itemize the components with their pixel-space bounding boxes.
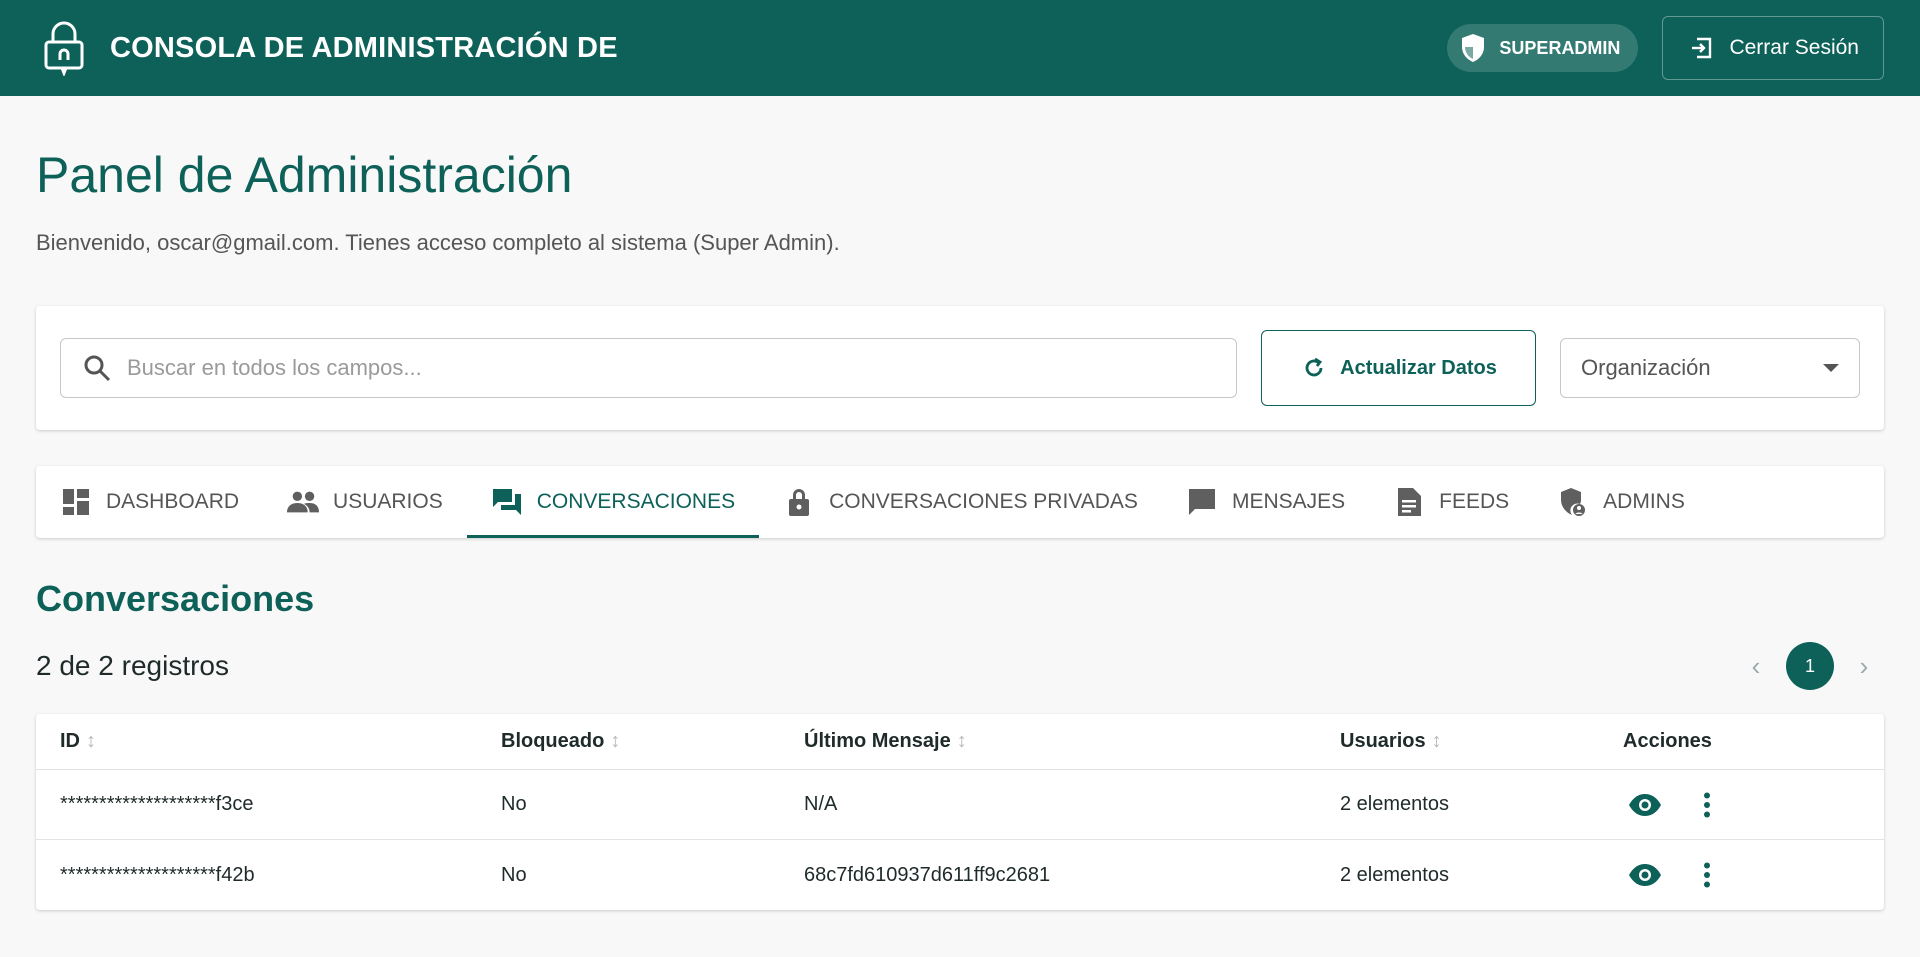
conversations-table: ID ↕ Bloqueado ↕ Último Mensaje ↕ Usuarios ↕… xyxy=(36,714,1884,910)
view-icon[interactable] xyxy=(1623,853,1667,897)
header-label: Último Mensaje xyxy=(804,730,951,752)
sort-icon: ↕ xyxy=(1431,730,1442,752)
logout-icon xyxy=(1687,34,1715,62)
logout-label: Cerrar Sesión xyxy=(1729,36,1859,59)
header-label: ID xyxy=(60,730,80,752)
article-icon xyxy=(1393,486,1425,518)
lock-icon xyxy=(783,486,815,518)
shield-icon xyxy=(1455,30,1491,66)
next-page-icon[interactable]: › xyxy=(1844,646,1884,686)
more-options-icon[interactable] xyxy=(1685,853,1729,897)
records-count: 2 de 2 registros xyxy=(36,650,229,681)
refresh-button[interactable]: Actualizar Datos xyxy=(1261,330,1536,406)
table-row: ********************f42b No 68c7fd610937… xyxy=(36,840,1884,910)
cell-actions xyxy=(1623,783,1783,827)
header-label: Bloqueado xyxy=(501,730,605,752)
tab-label: CONVERSACIONES xyxy=(536,490,736,513)
tab-mensajes[interactable]: MENSAJES xyxy=(1162,466,1369,538)
tab-label: USUARIOS xyxy=(333,490,443,513)
view-icon[interactable] xyxy=(1623,783,1667,827)
header-last-message[interactable]: Último Mensaje ↕ xyxy=(804,730,1340,753)
header-users[interactable]: Usuarios ↕ xyxy=(1340,730,1623,753)
role-badge-label: SUPERADMIN xyxy=(1499,37,1621,58)
cell-users: 2 elementos xyxy=(1340,793,1449,815)
admin-shield-icon xyxy=(1557,486,1589,518)
cell-id: ********************f42b xyxy=(60,863,255,886)
tab-label: MENSAJES xyxy=(1231,490,1346,513)
tab-label: FEEDS xyxy=(1439,490,1510,513)
logout-button[interactable]: Cerrar Sesión xyxy=(1662,16,1884,80)
cell-last-message: 68c7fd610937d611ff9c2681 xyxy=(804,863,1051,886)
tab-admins[interactable]: ADMINS xyxy=(1533,466,1709,538)
app-title: CONSOLA DE ADMINISTRACIÓN DE xyxy=(110,31,618,64)
organization-select-value: Organización xyxy=(1581,355,1711,380)
sort-icon: ↕ xyxy=(956,730,967,752)
page-subtitle: Bienvenido, oscar@gmail.com. Tienes acce… xyxy=(36,230,840,255)
cell-blocked: No xyxy=(501,863,527,886)
cell-id: ********************f3ce xyxy=(60,793,254,815)
refresh-label: Actualizar Datos xyxy=(1340,356,1497,379)
lock-icon xyxy=(36,16,92,80)
cell-actions xyxy=(1623,853,1783,897)
header-label: Usuarios xyxy=(1340,730,1426,752)
filter-card: Buscar en todos los campos... Actualizar… xyxy=(36,306,1884,430)
header-blocked[interactable]: Bloqueado ↕ xyxy=(501,730,804,753)
people-icon xyxy=(287,486,320,518)
sort-icon: ↕ xyxy=(610,730,621,752)
app-bar: CONSOLA DE ADMINISTRACIÓN DE SUPERADMIN … xyxy=(0,0,1920,96)
dropdown-arrow-icon xyxy=(1823,364,1839,372)
role-badge: SUPERADMIN xyxy=(1447,24,1639,72)
search-placeholder: Buscar en todos los campos... xyxy=(127,355,422,380)
page-button-current[interactable]: 1 xyxy=(1786,642,1834,690)
cell-users: 2 elementos xyxy=(1340,863,1449,886)
cell-blocked: No xyxy=(501,793,527,815)
section-title: Conversaciones xyxy=(36,578,315,619)
chat-icon xyxy=(1186,486,1218,518)
header-actions: Acciones xyxy=(1623,730,1783,753)
tab-feeds[interactable]: FEEDS xyxy=(1369,466,1533,538)
refresh-icon xyxy=(1300,354,1328,382)
pagination: ‹ 1 › xyxy=(1736,642,1884,690)
header-id[interactable]: ID ↕ xyxy=(60,730,501,753)
tab-label: ADMINS xyxy=(1603,490,1685,513)
tab-usuarios[interactable]: USUARIOS xyxy=(263,466,467,538)
tab-label: DASHBOARD xyxy=(106,490,240,513)
previous-page-icon[interactable]: ‹ xyxy=(1736,646,1776,686)
search-icon xyxy=(81,352,113,384)
tab-label: CONVERSACIONES PRIVADAS xyxy=(829,490,1138,513)
forum-icon xyxy=(491,486,523,518)
table-row: ********************f3ce No N/A 2 elemen… xyxy=(36,770,1884,840)
sort-icon: ↕ xyxy=(86,730,96,752)
dashboard-icon xyxy=(60,486,92,518)
header-label: Acciones xyxy=(1623,730,1712,752)
records-row: 2 de 2 registros ‹ 1 › xyxy=(36,642,1884,690)
more-options-icon[interactable] xyxy=(1685,783,1729,827)
tab-conversaciones[interactable]: CONVERSACIONES xyxy=(466,466,760,538)
main-content: Panel de Administración Bienvenido, osca… xyxy=(0,146,1920,910)
cell-last-message: N/A xyxy=(804,793,838,815)
tab-bar: DASHBOARD USUARIOS CONVERSACIONES CONVER… xyxy=(36,466,1884,538)
table-header: ID ↕ Bloqueado ↕ Último Mensaje ↕ Usuarios ↕… xyxy=(36,714,1884,770)
organization-select[interactable]: Organización xyxy=(1560,338,1860,398)
search-input[interactable]: Buscar en todos los campos... xyxy=(60,338,1237,398)
tab-dashboard[interactable]: DASHBOARD xyxy=(36,466,263,538)
tab-conversaciones-privadas[interactable]: CONVERSACIONES PRIVADAS xyxy=(759,466,1162,538)
page-title: Panel de Administración xyxy=(36,147,573,203)
